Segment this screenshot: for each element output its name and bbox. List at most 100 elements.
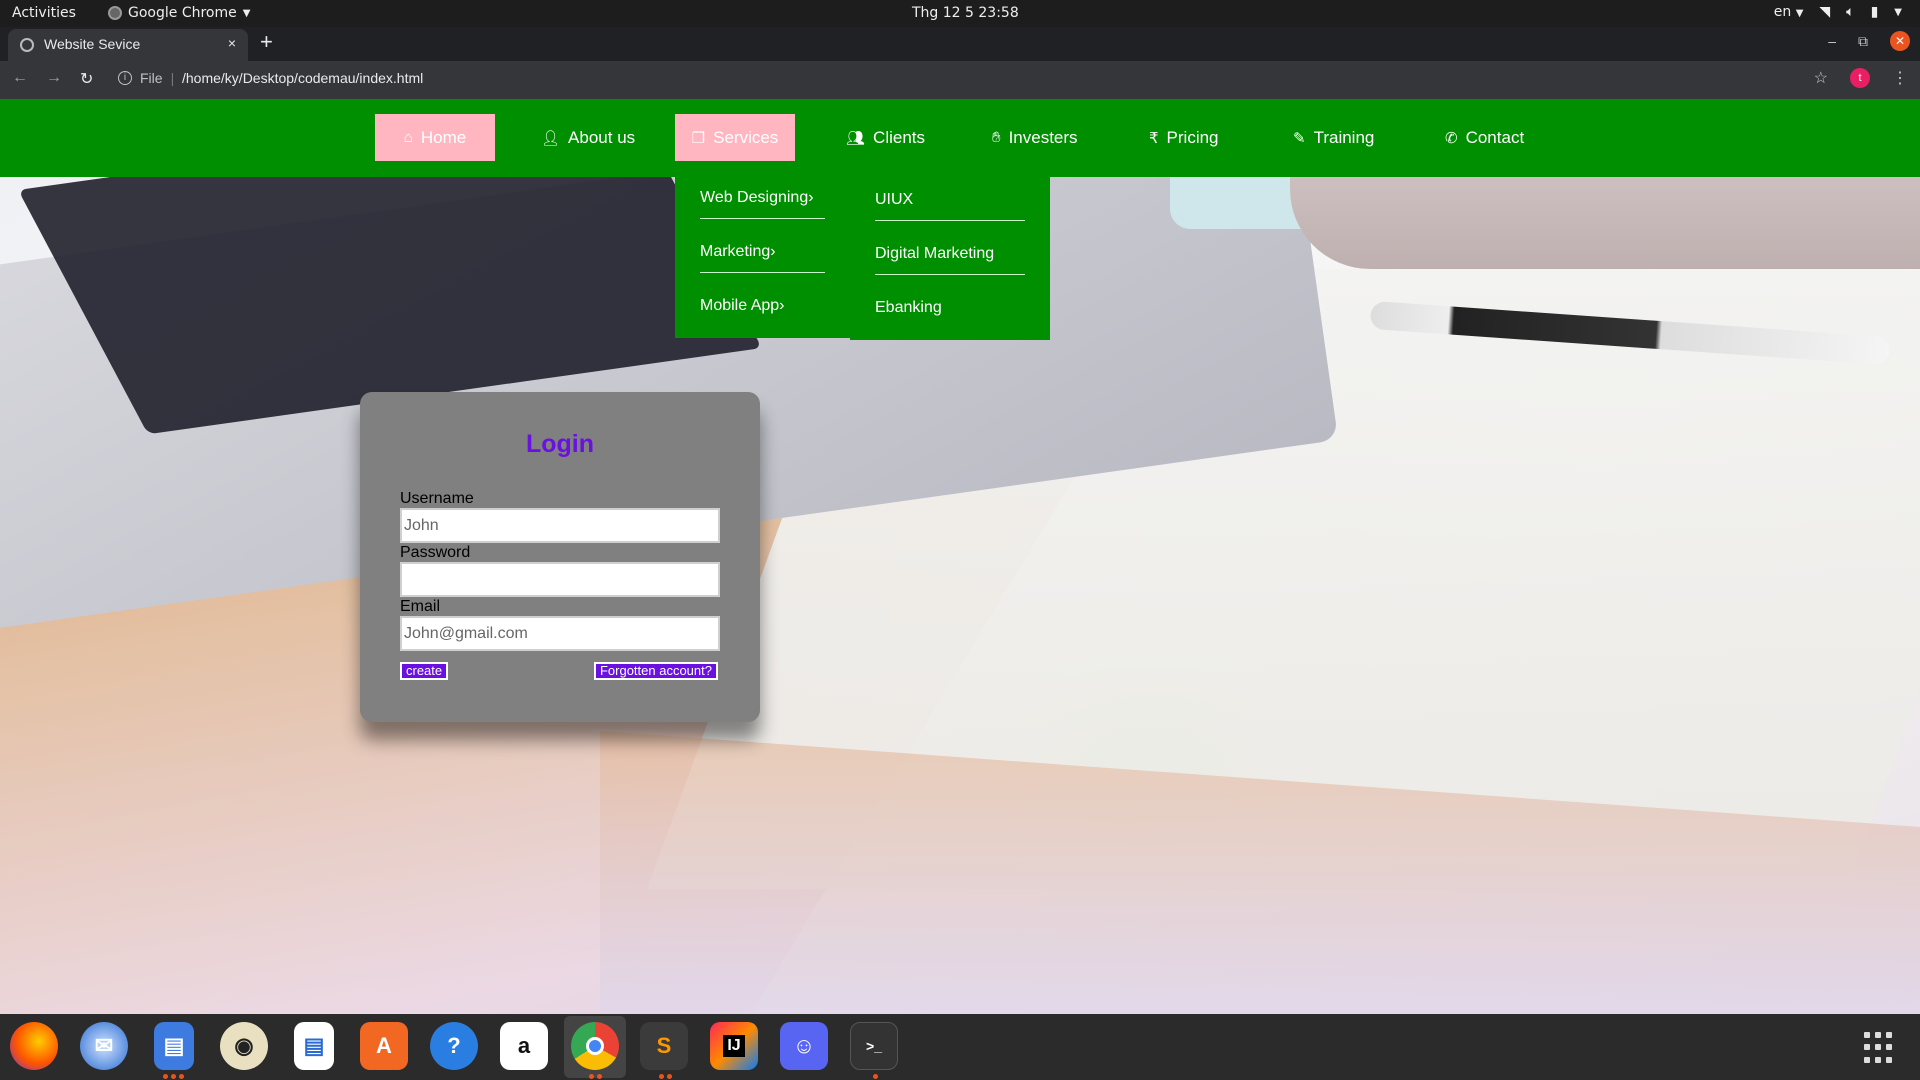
username-input[interactable]	[400, 508, 720, 543]
sublime-text-icon[interactable]: S	[640, 1022, 688, 1070]
login-card: Login Username Password Email create For…	[360, 392, 760, 722]
restore-button[interactable]: ⧉	[1858, 33, 1868, 50]
close-window-button[interactable]: ✕	[1890, 31, 1910, 51]
dropdown-item-mobile-app[interactable]: Mobile App›	[700, 289, 825, 327]
reload-icon[interactable]: ↻	[80, 69, 93, 89]
nav-investors[interactable]: ✋︎ Investers	[992, 114, 1078, 161]
submenu-item-digital-marketing[interactable]: Digital Marketing	[875, 235, 1025, 275]
minimize-button[interactable]: –	[1828, 33, 1836, 49]
chevron-right-icon: ›	[779, 297, 785, 314]
discord-icon[interactable]: ☺	[780, 1022, 828, 1070]
nav-contact-label: Contact	[1465, 127, 1525, 147]
kebab-menu-icon[interactable]: ⋮	[1892, 68, 1908, 88]
password-label: Password	[400, 544, 471, 561]
running-indicator	[873, 1074, 878, 1079]
system-tray[interactable]: en ▼ ◥ 🔈︎ ▮ ▼	[1774, 4, 1902, 20]
profile-avatar[interactable]: t	[1850, 68, 1870, 88]
new-tab-button[interactable]: +	[260, 29, 273, 55]
browser-tab[interactable]: Website Sevice ×	[8, 29, 248, 61]
back-icon[interactable]: ←	[12, 69, 28, 89]
email-input[interactable]	[400, 616, 720, 651]
services-submenu: UIUX Digital Marketing Ebanking	[850, 177, 1050, 340]
running-indicator	[179, 1074, 184, 1079]
users-icon: 👥︎	[846, 129, 866, 147]
battery-icon: ▮	[1870, 4, 1879, 20]
app-menu-label: Google Chrome	[128, 5, 237, 21]
separator: |	[170, 70, 175, 86]
create-button[interactable]: create	[400, 662, 449, 680]
globe-icon	[20, 38, 34, 52]
terminal-icon[interactable]: >_	[850, 1022, 898, 1070]
dropdown-item-label: Marketing	[700, 243, 771, 260]
username-label: Username	[400, 490, 474, 507]
running-indicator	[659, 1074, 664, 1079]
window-controls: – ⧉ ✕	[1828, 31, 1910, 51]
rhythmbox-icon[interactable]: ◉	[220, 1022, 268, 1070]
intellij-icon[interactable]: IJ	[710, 1022, 758, 1070]
page-viewport: ⌂ Home 👤︎ About us ❐ Services 👥︎ Clients…	[0, 99, 1920, 1014]
email-label: Email	[400, 598, 441, 615]
language-indicator[interactable]: en ▼	[1774, 4, 1804, 20]
services-dropdown: Web Designing› Marketing› Mobile App›	[675, 177, 850, 338]
nav-home[interactable]: ⌂ Home	[375, 114, 495, 161]
running-indicator	[163, 1074, 168, 1079]
nav-investors-label: Investers	[1008, 127, 1078, 147]
nav-clients[interactable]: 👥︎ Clients	[846, 114, 925, 161]
user-icon: 👤︎	[541, 129, 561, 147]
software-icon[interactable]: A	[360, 1022, 408, 1070]
browser-toolbar: ← → ↻ i File | /home/ky/Desktop/codemau/…	[0, 61, 1920, 99]
chevron-right-icon: ›	[808, 189, 814, 206]
toolbar-right: ☆ t ⋮	[1814, 68, 1908, 88]
caret-down-icon[interactable]: ▼	[1894, 7, 1902, 18]
nav-pricing-label: Pricing	[1166, 127, 1219, 147]
nav-training[interactable]: ✎ Training	[1293, 114, 1374, 161]
address-bar[interactable]: /home/ky/Desktop/codemau/index.html	[182, 70, 423, 86]
amazon-icon[interactable]: a	[500, 1022, 548, 1070]
nav-contact[interactable]: ✆ Contact	[1445, 114, 1524, 161]
activities-button[interactable]: Activities	[12, 5, 76, 21]
nav-services[interactable]: ❐ Services	[675, 114, 795, 161]
running-indicator	[589, 1074, 594, 1079]
tab-title: Website Sevice	[44, 36, 141, 52]
help-icon[interactable]: ?	[430, 1022, 478, 1070]
system-top-bar: Activities Google Chrome ▼ Thg 12 5 23:5…	[0, 0, 1920, 27]
volume-icon: 🔈︎	[1846, 4, 1855, 20]
language-label: en	[1773, 4, 1792, 20]
forward-icon[interactable]: →	[46, 69, 62, 89]
dropdown-item-marketing[interactable]: Marketing›	[700, 235, 825, 273]
site-info[interactable]: i File |	[118, 70, 174, 86]
password-input[interactable]	[400, 562, 720, 597]
firefox-icon[interactable]	[10, 1022, 58, 1070]
phone-icon: ✆	[1445, 129, 1458, 147]
chrome-icon[interactable]	[571, 1022, 619, 1070]
edit-icon: ✎	[1293, 129, 1306, 147]
bookmark-star-icon[interactable]: ☆	[1814, 68, 1828, 88]
nav-about-label: About us	[568, 127, 636, 147]
thunderbird-icon[interactable]: ✉	[80, 1022, 128, 1070]
copy-icon: ❐	[691, 129, 706, 147]
tab-close-button[interactable]: ×	[228, 35, 236, 51]
nav-pricing[interactable]: ₹ Pricing	[1149, 114, 1219, 161]
chevron-right-icon: ›	[770, 243, 776, 260]
forgotten-account-button[interactable]: Forgotten account?	[593, 662, 718, 680]
running-indicator	[597, 1074, 602, 1079]
nav-clients-label: Clients	[873, 127, 926, 147]
submenu-item-uiux[interactable]: UIUX	[875, 181, 1025, 221]
files-icon[interactable]: ▤	[154, 1022, 194, 1070]
nav-training-label: Training	[1313, 127, 1375, 147]
writer-icon[interactable]: ▤	[294, 1022, 334, 1070]
chrome-icon	[108, 6, 122, 20]
submenu-item-ebanking[interactable]: Ebanking	[875, 289, 1025, 329]
caret-down-icon: ▼	[1795, 8, 1804, 19]
show-applications-icon[interactable]	[1864, 1032, 1896, 1064]
site-navbar: ⌂ Home 👤︎ About us ❐ Services 👥︎ Clients…	[0, 99, 1920, 177]
caret-down-icon: ▼	[242, 7, 251, 19]
clock[interactable]: Thg 12 5 23:58	[912, 5, 1019, 21]
login-title: Login	[525, 430, 595, 458]
nav-services-label: Services	[713, 127, 779, 147]
nav-buttons: ← → ↻	[12, 69, 93, 89]
app-menu[interactable]: Google Chrome ▼	[108, 5, 250, 21]
wifi-icon: ◥	[1819, 4, 1831, 20]
dropdown-item-web-designing[interactable]: Web Designing›	[700, 181, 825, 219]
nav-about[interactable]: 👤︎ About us	[541, 114, 635, 161]
